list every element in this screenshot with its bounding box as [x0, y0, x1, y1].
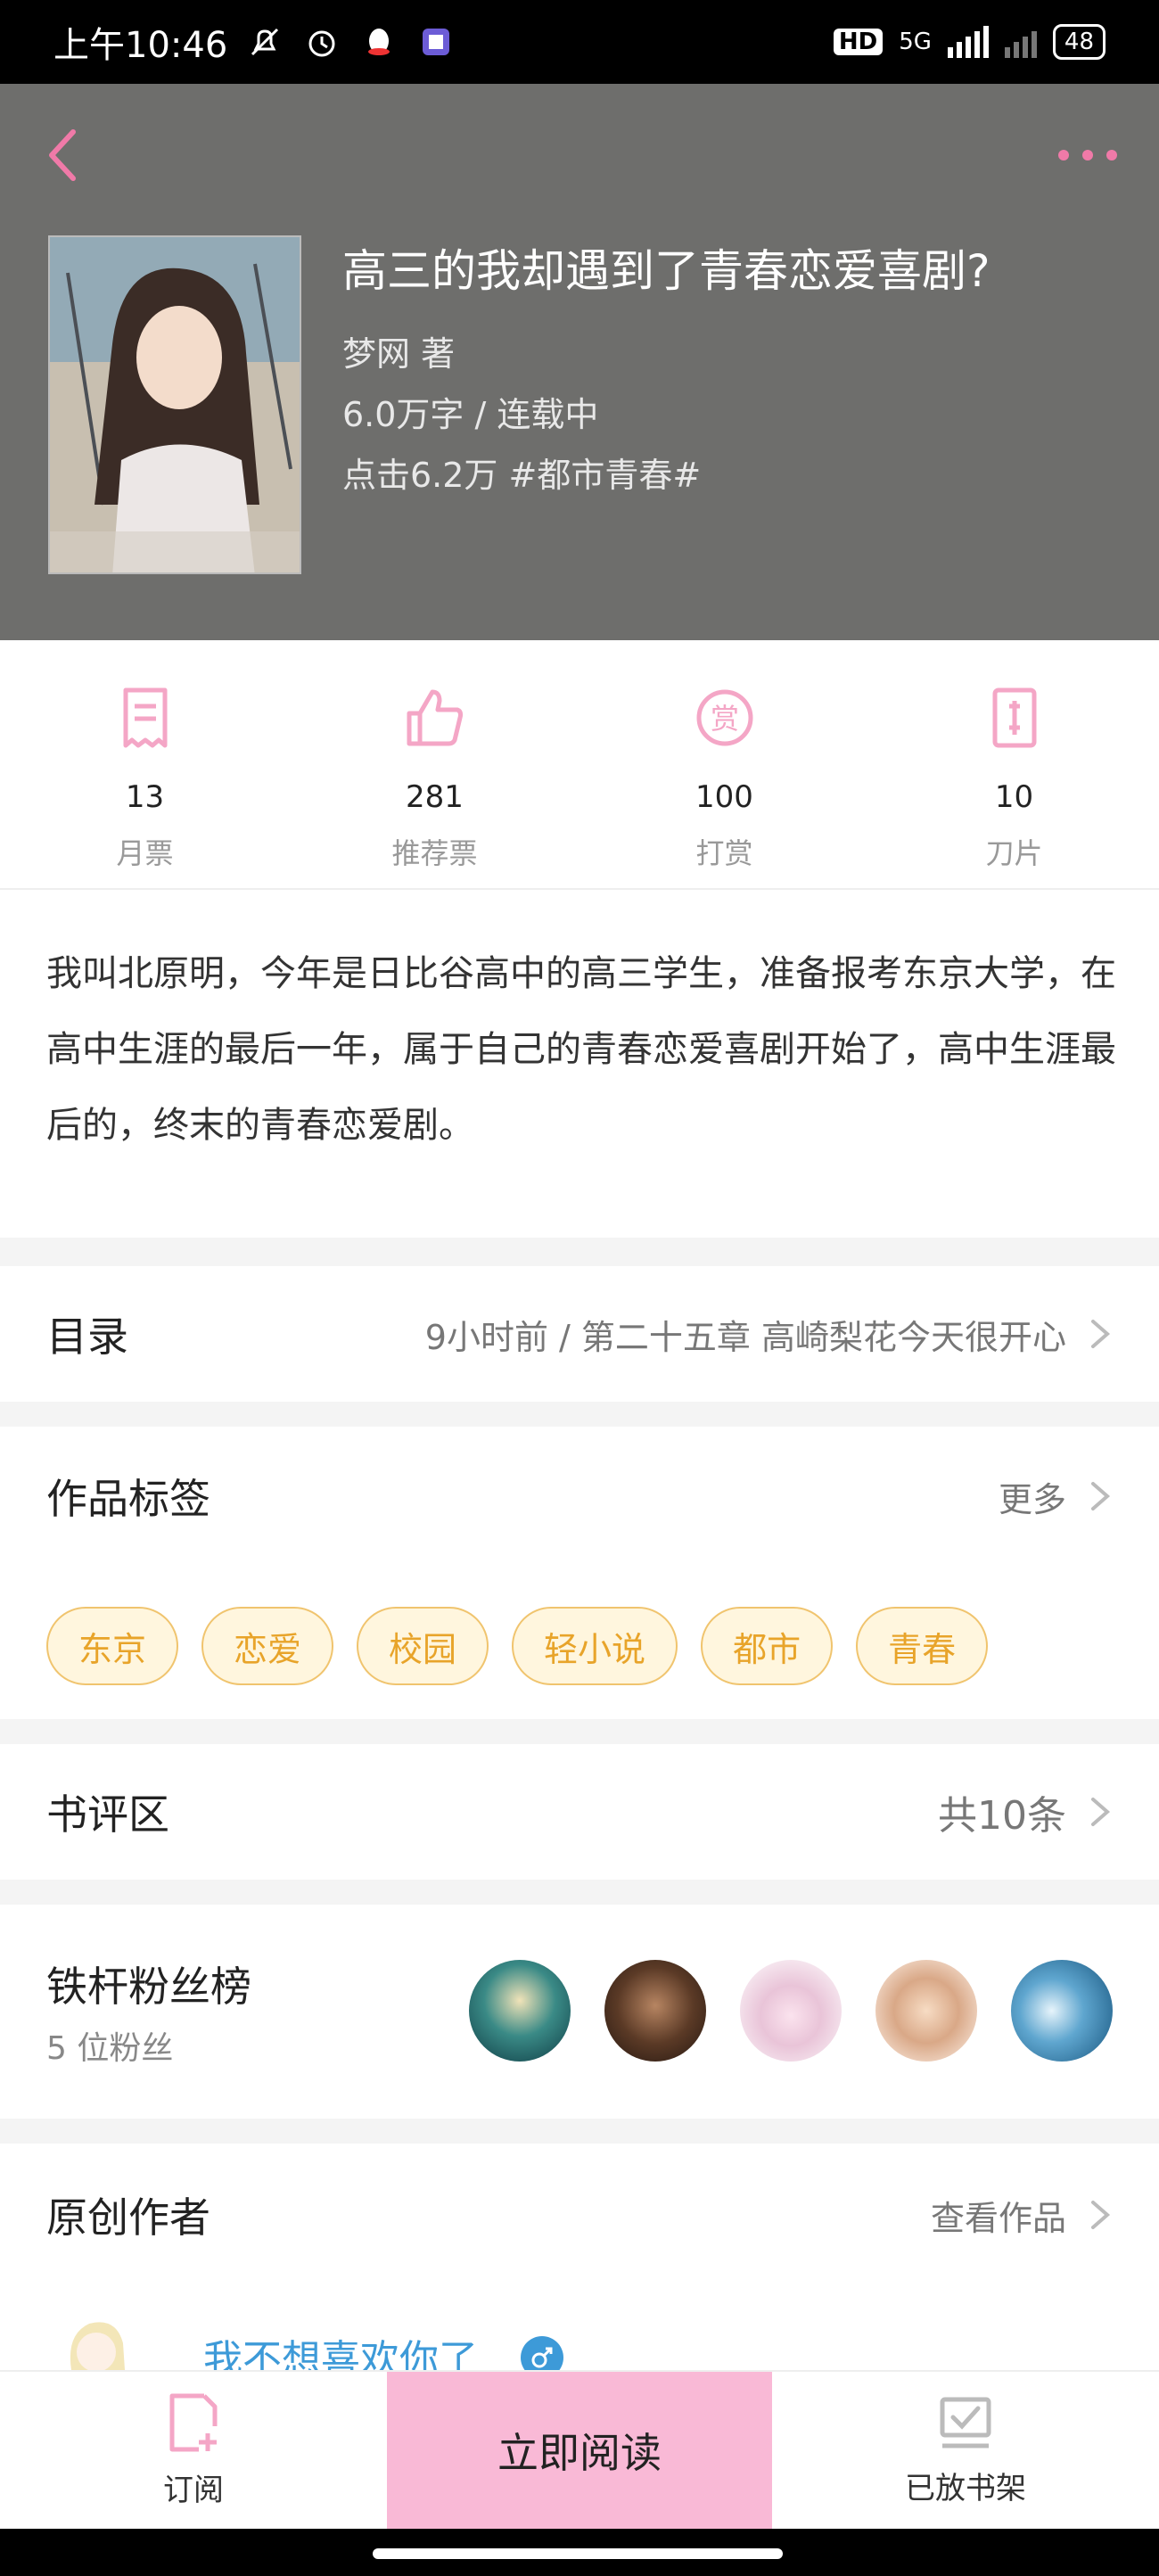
subscribe-button[interactable]: 订阅 [0, 2372, 387, 2529]
ticket-icon [114, 687, 177, 749]
signal-icon [947, 26, 989, 58]
read-now-button[interactable]: 立即阅读 [387, 2372, 772, 2529]
stat-recommend-ticket[interactable]: 281 推荐票 [290, 640, 580, 888]
tag-chip[interactable]: 校园 [357, 1607, 489, 1685]
stat-value: 10 [994, 779, 1034, 815]
author-avatar[interactable] [53, 2308, 139, 2375]
book-cover[interactable] [48, 235, 301, 574]
book-words-status: 6.0万字 / 连载中 [342, 395, 599, 434]
section-divider [0, 1880, 1159, 1905]
author-header-row[interactable]: 原创作者 查看作品 [0, 2144, 1159, 2286]
chevron-left-icon [49, 129, 76, 181]
tags-header-row[interactable]: 作品标签 更多 [0, 1427, 1159, 1566]
bottom-action-bar: 订阅 立即阅读 已放书架 [0, 2370, 1159, 2529]
tag-chip[interactable]: 东京 [46, 1607, 179, 1685]
stat-label: 打赏 [695, 836, 753, 870]
chevron-right-icon [1091, 1320, 1111, 1348]
stat-label: 刀片 [985, 836, 1043, 870]
catalog-latest-chapter: 9小时前 / 第二十五章 高崎梨花今天很开心 [424, 1317, 1066, 1357]
stats-row: 13 月票 281 推荐票 赏 100 打赏 10 刀片 [0, 640, 1159, 890]
home-indicator[interactable] [373, 2548, 783, 2559]
subscribe-label: 订阅 [163, 2472, 224, 2508]
tag-chip[interactable]: 轻小说 [512, 1607, 678, 1685]
stat-blade[interactable]: 10 刀片 [869, 640, 1159, 888]
stat-label: 月票 [116, 836, 174, 870]
tags-more-link: 更多 [998, 1479, 1066, 1519]
book-title: 高三的我却遇到了青春恋爱喜剧? [342, 245, 990, 297]
system-nav-bar [0, 2529, 1159, 2576]
reward-icon: 赏 [694, 687, 756, 749]
catalog-title: 目录 [46, 1313, 128, 1361]
tag-chip[interactable]: 青春 [856, 1607, 989, 1685]
fans-count: 5 位粉丝 [46, 2030, 174, 2067]
stat-value: 100 [695, 779, 753, 815]
signal-secondary-icon [1004, 26, 1037, 58]
reviews-title: 书评区 [46, 1790, 169, 1839]
fan-avatar-list [469, 1960, 1113, 2062]
alarm-icon [302, 22, 341, 62]
back-button[interactable] [36, 119, 89, 191]
reviews-row[interactable]: 书评区 共10条 [0, 1744, 1159, 1880]
chevron-right-icon [1091, 1798, 1111, 1826]
book-author[interactable]: 梦网 著 [342, 326, 455, 375]
avatar[interactable] [1011, 1960, 1113, 2062]
tags-title: 作品标签 [46, 1475, 210, 1523]
svg-text:赏: 赏 [710, 702, 738, 736]
bookshelf-check-icon [940, 2397, 991, 2448]
mute-icon [245, 22, 284, 62]
chevron-right-icon [1091, 2201, 1111, 2229]
book-clicks-genre: 点击6.2万 #都市青春# [342, 456, 702, 495]
section-divider [0, 2119, 1159, 2144]
thumbs-up-icon [404, 687, 466, 749]
section-divider [0, 1719, 1159, 1744]
on-shelf-button[interactable]: 已放书架 [772, 2372, 1159, 2529]
reviews-count: 共10条 [938, 1793, 1066, 1839]
avatar[interactable] [740, 1960, 842, 2062]
avatar[interactable] [875, 1960, 977, 2062]
avatar[interactable] [604, 1960, 706, 2062]
stat-reward[interactable]: 赏 100 打赏 [580, 640, 869, 888]
section-divider [0, 1238, 1159, 1266]
catalog-row[interactable]: 目录 9小时前 / 第二十五章 高崎梨花今天很开心 [0, 1266, 1159, 1402]
network-label: 5G [899, 29, 932, 55]
view-works-link: 查看作品 [930, 2198, 1066, 2238]
section-divider [0, 1402, 1159, 1427]
more-options-button[interactable] [1052, 128, 1123, 182]
author-section-title: 原创作者 [46, 2193, 210, 2242]
on-shelf-label: 已放书架 [905, 2470, 1026, 2506]
book-intro[interactable]: 我叫北原明，今年是日比谷高中的高三学生，准备报考东京大学，在高中生涯的最后一年，… [46, 936, 1116, 1164]
app-notification-icon [416, 22, 456, 62]
tag-chip[interactable]: 恋爱 [201, 1607, 334, 1685]
subscribe-icon [169, 2393, 218, 2451]
chevron-right-icon [1091, 1482, 1111, 1510]
more-dots-icon [1058, 150, 1117, 160]
tag-list: 东京 恋爱 校园 轻小说 都市 青春 [46, 1607, 989, 1685]
stat-label: 推荐票 [391, 836, 478, 870]
hd-badge: HD [833, 29, 884, 55]
battery-indicator: 48 [1052, 24, 1106, 60]
stat-value: 281 [406, 779, 464, 815]
qq-icon [359, 22, 399, 62]
blade-icon [983, 687, 1046, 749]
fans-title: 铁杆粉丝榜 [46, 1963, 251, 2011]
fans-section[interactable]: 铁杆粉丝榜 5 位粉丝 [0, 1905, 1159, 2144]
tag-chip[interactable]: 都市 [701, 1607, 834, 1685]
avatar[interactable] [469, 1960, 571, 2062]
stat-monthly-ticket[interactable]: 13 月票 [0, 640, 290, 888]
status-bar: 上午10:46 HD 5G 48 [0, 0, 1159, 84]
book-header: 高三的我却遇到了青春恋爱喜剧? 梦网 著 6.0万字 / 连载中 点击6.2万 … [0, 84, 1159, 640]
status-time: 上午10:46 [53, 25, 228, 66]
stat-value: 13 [125, 779, 165, 815]
